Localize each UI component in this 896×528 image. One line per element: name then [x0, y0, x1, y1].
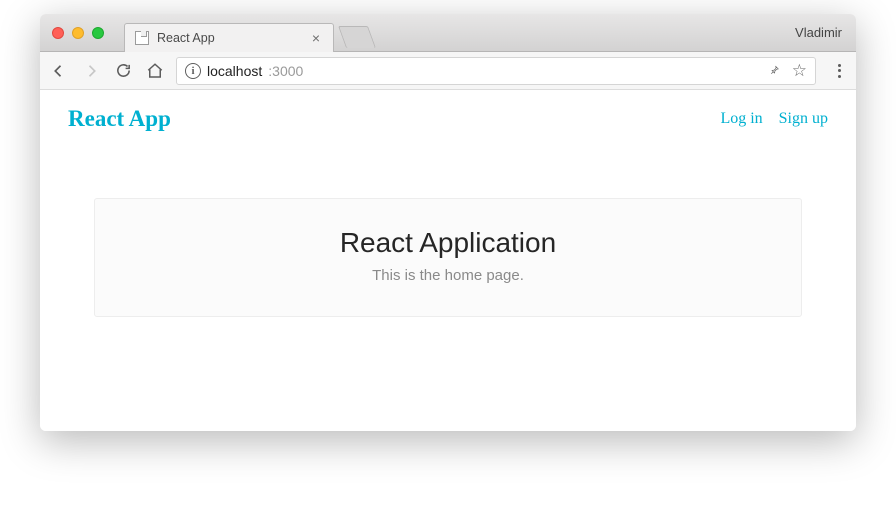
- pin-icon[interactable]: [768, 64, 782, 78]
- address-host: localhost: [207, 63, 262, 79]
- browser-window: React App × Vladimir localhost :3000: [40, 14, 856, 431]
- address-bar-actions: ☆: [768, 61, 807, 81]
- page-title: React Application: [115, 227, 781, 259]
- login-link[interactable]: Log in: [720, 110, 762, 128]
- page-subtitle: This is the home page.: [115, 267, 781, 284]
- browser-tab[interactable]: React App ×: [124, 23, 334, 52]
- page-content: React App Log in Sign up React Applicati…: [40, 90, 856, 431]
- home-button[interactable]: [144, 60, 166, 82]
- titlebar: React App × Vladimir: [40, 14, 856, 52]
- app-header: React App Log in Sign up: [40, 90, 856, 140]
- tab-strip: React App ×: [124, 14, 372, 51]
- close-window-button[interactable]: [52, 27, 64, 39]
- jumbotron: React Application This is the home page.: [94, 198, 802, 317]
- forward-button[interactable]: [80, 60, 102, 82]
- menu-button[interactable]: [830, 62, 848, 80]
- signup-link[interactable]: Sign up: [779, 110, 828, 128]
- reload-button[interactable]: [112, 60, 134, 82]
- window-controls: [40, 27, 104, 39]
- header-links: Log in Sign up: [720, 110, 828, 128]
- tab-title: React App: [157, 31, 215, 45]
- site-info-icon[interactable]: [185, 63, 201, 79]
- toolbar: localhost :3000 ☆: [40, 52, 856, 90]
- file-icon: [135, 31, 149, 45]
- address-bar[interactable]: localhost :3000 ☆: [176, 57, 816, 85]
- profile-name[interactable]: Vladimir: [795, 25, 856, 40]
- address-port: :3000: [268, 63, 303, 79]
- brand-title[interactable]: React App: [68, 106, 171, 132]
- bookmark-star-icon[interactable]: ☆: [792, 61, 807, 81]
- back-button[interactable]: [48, 60, 70, 82]
- tab-close-button[interactable]: ×: [309, 31, 323, 45]
- new-tab-button[interactable]: [338, 26, 376, 48]
- maximize-window-button[interactable]: [92, 27, 104, 39]
- minimize-window-button[interactable]: [72, 27, 84, 39]
